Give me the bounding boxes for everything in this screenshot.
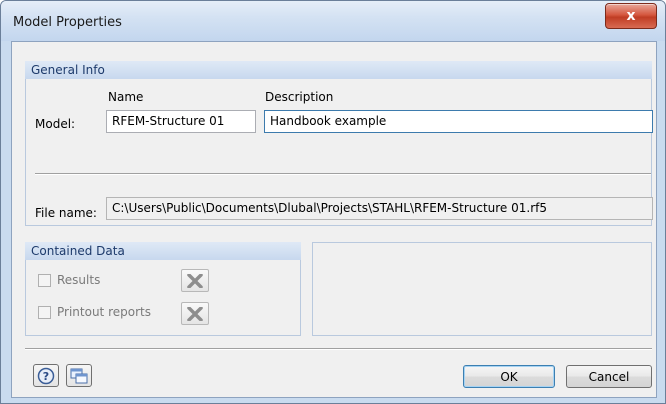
general-info-header: General Info bbox=[25, 61, 652, 79]
contained-data-header: Contained Data bbox=[25, 242, 301, 260]
windows-icon bbox=[70, 368, 88, 383]
close-icon: x bbox=[626, 8, 636, 24]
model-label: Model: bbox=[35, 117, 76, 131]
model-description-input[interactable]: Handbook example bbox=[264, 110, 653, 133]
model-name-input[interactable]: RFEM-Structure 01 bbox=[106, 110, 256, 133]
delete-results-button[interactable] bbox=[181, 269, 209, 292]
title-bar: Model Properties x bbox=[1, 1, 665, 41]
help-icon: ? bbox=[37, 367, 55, 384]
contained-data-group bbox=[25, 260, 301, 336]
file-name-field: C:\Users\Public\Documents\Dlubal\Project… bbox=[106, 197, 653, 220]
cancel-button[interactable]: Cancel bbox=[566, 365, 652, 388]
info-panel bbox=[312, 242, 652, 336]
printout-reports-label: Printout reports bbox=[57, 305, 151, 319]
windows-button[interactable] bbox=[66, 364, 92, 387]
printout-reports-checkbox[interactable] bbox=[38, 306, 51, 319]
x-delete-icon bbox=[187, 306, 203, 321]
close-button[interactable]: x bbox=[605, 3, 657, 29]
file-name-label: File name: bbox=[35, 206, 97, 220]
results-checkbox[interactable] bbox=[38, 274, 51, 287]
general-info-separator-highlight bbox=[35, 174, 651, 175]
results-label: Results bbox=[57, 273, 101, 287]
delete-printout-reports-button[interactable] bbox=[181, 302, 209, 325]
dialog-body: General Info Name Description Model: RFE… bbox=[11, 41, 657, 398]
ok-button[interactable]: OK bbox=[463, 365, 555, 388]
name-column-label: Name bbox=[108, 90, 144, 104]
help-button[interactable]: ? bbox=[33, 364, 59, 387]
x-delete-icon bbox=[187, 273, 203, 288]
model-properties-dialog: Model Properties x General Info Name Des… bbox=[0, 0, 666, 404]
svg-text:?: ? bbox=[43, 370, 49, 383]
description-column-label: Description bbox=[265, 90, 334, 104]
window-title: Model Properties bbox=[13, 15, 122, 30]
footer-separator-highlight bbox=[25, 349, 652, 350]
